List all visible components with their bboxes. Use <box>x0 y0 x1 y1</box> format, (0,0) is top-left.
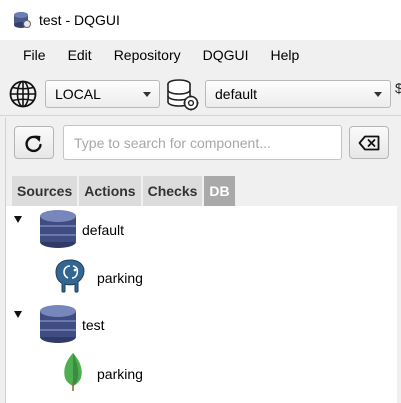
database-select-value: default <box>215 86 258 102</box>
toolbar-overflow-glyph: $ <box>395 80 401 96</box>
menu-help[interactable]: Help <box>260 40 311 70</box>
search-input[interactable] <box>63 125 342 160</box>
postgresql-elephant-icon[interactable] <box>53 258 87 294</box>
menu-file[interactable]: File <box>12 40 57 70</box>
environment-select-value: LOCAL <box>55 86 101 102</box>
tree-node-label[interactable]: test <box>82 317 105 333</box>
database-icon[interactable] <box>38 304 78 344</box>
database-select[interactable]: default <box>205 80 391 108</box>
title-bar: test - DQGUI <box>0 0 401 40</box>
mongodb-leaf-icon[interactable] <box>61 352 85 392</box>
refresh-icon <box>25 135 42 152</box>
tab-db[interactable]: DB <box>204 176 235 206</box>
chevron-down-icon <box>143 92 151 97</box>
tab-actions[interactable]: Actions <box>79 176 141 206</box>
menu-repository[interactable]: Repository <box>103 40 192 70</box>
database-icon[interactable] <box>38 209 78 249</box>
refresh-button[interactable] <box>14 126 54 159</box>
clear-search-button[interactable] <box>349 126 389 159</box>
tab-checks[interactable]: Checks <box>142 176 203 206</box>
tree-node-label[interactable]: parking <box>97 270 143 286</box>
globe-icon <box>9 80 37 108</box>
database-settings-icon <box>167 79 199 111</box>
menu-edit[interactable]: Edit <box>57 40 103 70</box>
environment-select[interactable]: LOCAL <box>45 80 160 108</box>
expand-toggle-icon[interactable] <box>14 216 22 223</box>
tab-sources[interactable]: Sources <box>12 176 78 206</box>
menu-bar: File Edit Repository DQGUI Help <box>0 40 401 70</box>
tree-node-label[interactable]: parking <box>97 366 143 382</box>
toolbar: LOCAL default <box>0 70 401 116</box>
window-title: test - DQGUI <box>39 12 120 28</box>
component-panel: Sources Actions Checks DB default parkin… <box>5 118 397 403</box>
tree-node-label[interactable]: default <box>82 222 124 238</box>
backspace-icon <box>358 135 380 150</box>
app-database-icon <box>14 12 31 28</box>
component-tabs: Sources Actions Checks DB <box>6 176 397 206</box>
expand-toggle-icon[interactable] <box>14 311 22 318</box>
db-tree: default parking test parking <box>6 206 397 403</box>
search-row <box>6 118 397 176</box>
menu-dqgui[interactable]: DQGUI <box>192 40 260 70</box>
chevron-down-icon <box>374 92 382 97</box>
